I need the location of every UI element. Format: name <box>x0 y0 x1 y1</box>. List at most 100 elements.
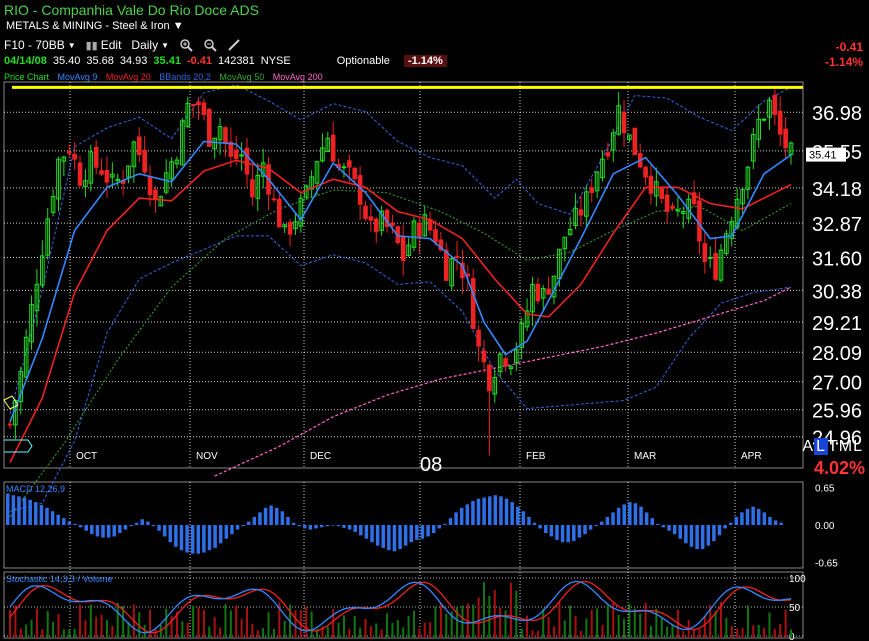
macd-bar <box>213 525 217 548</box>
candle-body <box>729 220 735 239</box>
candle-body <box>320 147 325 162</box>
tml-indicator: A L TML <box>802 438 863 456</box>
x-tick-label: MAR <box>634 451 656 462</box>
quote-close: 35.41 <box>153 55 181 67</box>
ma9-line <box>9 140 792 423</box>
macd-bar <box>364 525 369 539</box>
macd-bar <box>510 502 514 525</box>
macd-bar <box>398 525 402 550</box>
layout-selector[interactable]: F10 - 70BB ▼ <box>4 38 76 52</box>
macd-bar <box>415 525 419 540</box>
y-tick-label: 31.60 <box>812 248 862 270</box>
macd-bar <box>118 525 122 534</box>
candle-body <box>530 283 535 313</box>
candle-body <box>336 163 341 168</box>
candle-body <box>341 166 347 169</box>
macd-bar <box>454 512 458 525</box>
candle-body <box>368 216 374 221</box>
macd-bar <box>420 525 425 539</box>
candle-body <box>654 181 659 197</box>
candle-body <box>578 209 584 216</box>
macd-bar <box>314 525 318 529</box>
macd-bar <box>112 525 116 537</box>
sector-label[interactable]: METALS & MINING - Steel & Iron ▼ <box>6 20 184 32</box>
tml-pct: 4.02% <box>813 458 865 478</box>
macd-bar <box>656 523 660 525</box>
macd-bar <box>751 506 755 525</box>
macd-bar <box>773 520 778 525</box>
left-marker-icon <box>4 439 33 453</box>
candle-body <box>540 287 546 299</box>
macd-bar <box>504 498 509 525</box>
candle-body <box>772 94 778 116</box>
candle-body <box>675 209 681 212</box>
macd-bar <box>174 525 178 547</box>
macd-bar <box>515 506 520 525</box>
macd-bar <box>34 502 38 525</box>
candle-body <box>217 126 223 141</box>
period-selector[interactable]: Daily ▼ <box>131 38 169 52</box>
macd-bar <box>62 518 66 525</box>
candle-body <box>390 222 395 226</box>
candle-body <box>196 101 201 106</box>
macd-bar <box>286 516 290 525</box>
macd-bar <box>319 525 324 528</box>
candle-body <box>212 137 217 150</box>
candle-body <box>740 189 745 205</box>
macd-bar <box>325 525 329 527</box>
candle-body <box>476 329 481 347</box>
candle-body <box>190 103 196 106</box>
macd-bar <box>134 522 139 525</box>
macd-bar <box>370 525 374 543</box>
chart-svg[interactable]: OCT NOV DEC 08 FEB MAR APR 36.98 35.55 34.18 32.87… <box>0 0 869 641</box>
candle-body <box>201 102 207 116</box>
candle-body <box>29 304 34 343</box>
stochastic-tick-label: 100 <box>789 574 806 585</box>
macd-bar <box>140 519 145 525</box>
y-tick-label: 36.98 <box>812 103 862 125</box>
macd-bar <box>712 525 716 542</box>
candle-body <box>750 133 756 162</box>
candle-body <box>514 349 519 363</box>
macd-label: MACD 12,26,9 <box>6 484 65 494</box>
macd-bar <box>403 525 408 546</box>
draw-line-icon[interactable] <box>227 38 241 52</box>
zoom-in-icon[interactable] <box>179 38 193 52</box>
candle-body <box>255 174 261 199</box>
candle-body <box>163 172 169 193</box>
macd-bar <box>162 525 167 537</box>
macd-bar <box>56 514 60 525</box>
candle-body <box>158 196 164 207</box>
candle-body <box>61 156 67 162</box>
stochastic-k-line <box>9 580 792 634</box>
macd-bar <box>151 525 156 527</box>
macd-bar <box>336 525 341 527</box>
edit-button[interactable]: ▮▮ Edit <box>86 38 122 52</box>
zoom-out-icon[interactable] <box>203 38 217 52</box>
macd-bar <box>644 512 649 525</box>
candle-body <box>589 187 595 194</box>
macd-bar <box>90 525 94 535</box>
x-tick-label: 08 <box>420 454 442 476</box>
chevron-down-icon[interactable]: ▼ <box>173 20 184 32</box>
candle-body <box>524 310 530 328</box>
macd-bar <box>67 521 72 525</box>
candle-body <box>492 377 498 395</box>
candle-body <box>7 423 13 426</box>
candle-body <box>277 198 282 228</box>
candle-body <box>233 149 239 160</box>
macd-bar <box>678 525 683 539</box>
top-change-pct: -1.14% <box>824 55 863 69</box>
tml-l: L <box>814 438 828 455</box>
legend: Price Chart MovAvg 9 MovAvg 20 BBands 20… <box>4 72 329 82</box>
macd-bar <box>190 525 195 554</box>
macd-bar <box>560 525 565 543</box>
left-marker-icon <box>3 395 19 410</box>
stochastic-d-line <box>9 580 792 634</box>
candle-body <box>584 191 589 217</box>
y-tick-label: 27.00 <box>812 373 862 395</box>
candle-body <box>659 187 665 199</box>
macd-tick-label: -0.65 <box>815 558 838 569</box>
macd-bar <box>426 525 430 537</box>
candle-body <box>223 127 228 143</box>
